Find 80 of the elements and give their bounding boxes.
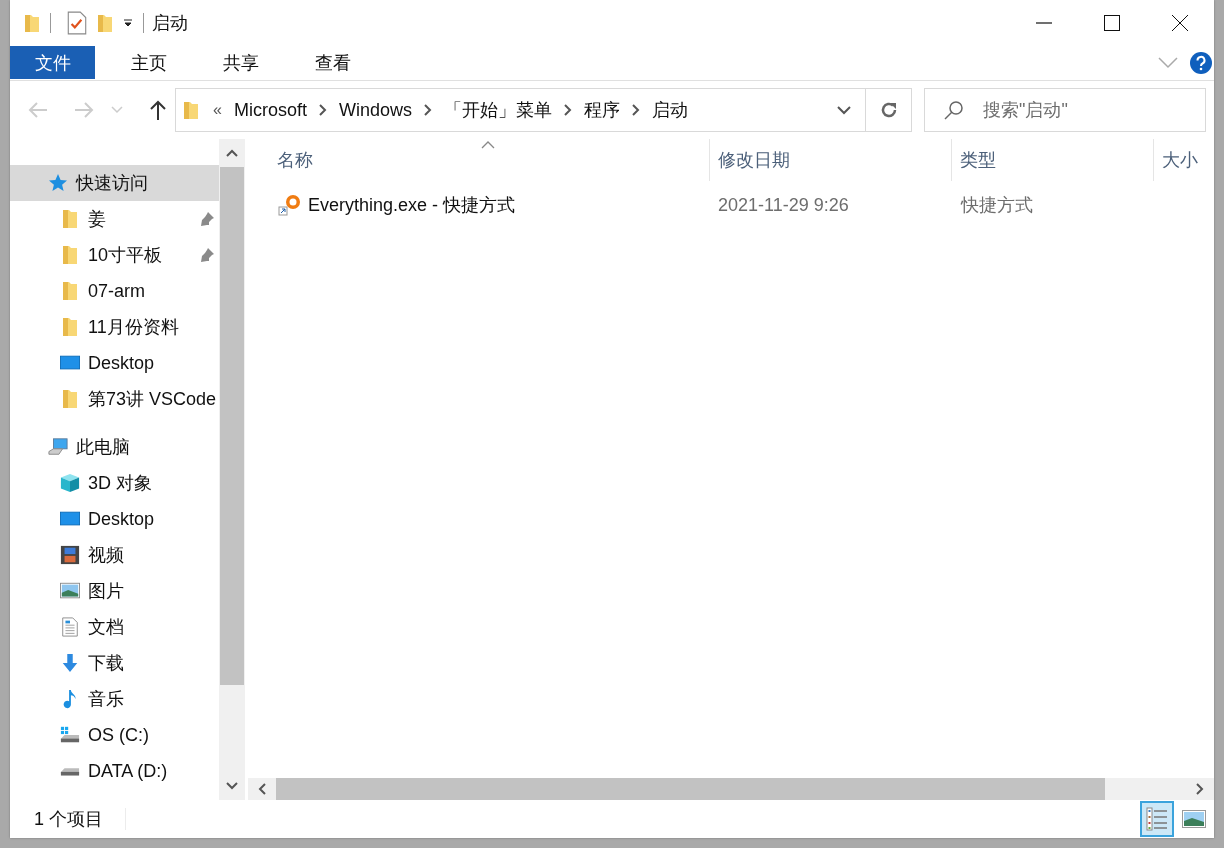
screen-icon — [60, 353, 80, 373]
maximize-icon — [1104, 14, 1120, 31]
address-bar[interactable]: « Microsoft Windows 「开始」菜单 程序 启动 — [175, 88, 912, 132]
breadcrumb-item[interactable]: Windows — [338, 99, 412, 121]
chevron-right-icon[interactable] — [318, 104, 327, 116]
details-view-button[interactable] — [1140, 801, 1174, 837]
folder-icon — [60, 245, 80, 265]
sidebar-item[interactable]: 音乐 — [10, 681, 219, 717]
item-count: 1 个项目 — [34, 808, 103, 831]
breadcrumb-item[interactable]: 「开始」菜单 — [443, 98, 552, 122]
sidebar-item[interactable]: 3D 对象 — [10, 465, 219, 501]
sidebar-item[interactable]: 此电脑 — [10, 429, 219, 465]
sidebar-item[interactable]: Desktop — [10, 345, 219, 381]
folder-icon — [60, 317, 80, 337]
sidebar-item[interactable]: 第73讲 VSCode — [10, 381, 219, 417]
minimize-icon — [1036, 21, 1052, 24]
file-name[interactable]: Everything.exe - 快捷方式 — [308, 193, 516, 217]
ribbon-tab[interactable]: 共享 — [203, 46, 279, 79]
scroll-right-icon[interactable] — [1196, 783, 1204, 795]
ribbon-tab[interactable]: 文件 — [10, 46, 95, 79]
window-title: 启动 — [152, 11, 188, 35]
sort-ascending-icon — [481, 141, 495, 149]
sidebar-item[interactable]: 07-arm — [10, 273, 219, 309]
breadcrumb-item[interactable]: 启动 — [651, 98, 688, 122]
document-icon — [60, 617, 80, 637]
dropdown-icon[interactable] — [837, 105, 851, 115]
pin-icon[interactable] — [199, 247, 215, 263]
cube-icon — [60, 473, 80, 493]
download-icon — [60, 653, 80, 673]
overflow-mark[interactable]: « — [213, 101, 222, 119]
ribbon-tab[interactable]: 主页 — [111, 46, 187, 79]
scroll-up-icon[interactable] — [226, 149, 238, 157]
chevron-right-icon[interactable] — [423, 104, 432, 116]
image-icon — [1182, 810, 1206, 828]
vertical-scrollbar[interactable] — [219, 139, 245, 800]
screen-icon — [60, 509, 80, 529]
computer-icon — [48, 437, 68, 457]
folder-icon — [24, 12, 40, 33]
table-cell-text: 2021-11-29 9:26 — [717, 193, 850, 217]
film-icon — [60, 545, 80, 565]
drive-icon — [60, 725, 80, 745]
dropdown-icon[interactable] — [123, 17, 133, 28]
sidebar-item[interactable]: DATA (D:) — [10, 753, 219, 789]
column-header[interactable]: 大小 — [1154, 139, 1214, 181]
folder-icon — [183, 100, 199, 120]
details-list-icon — [1146, 806, 1168, 832]
table-cell-text: 快捷方式 — [959, 194, 1034, 217]
star-icon — [48, 173, 68, 193]
sidebar-item[interactable]: 11月份资料 — [10, 309, 219, 345]
folder-icon — [60, 389, 80, 409]
chevron-right-icon[interactable] — [631, 104, 640, 116]
help-icon[interactable] — [1190, 51, 1212, 74]
sidebar-item[interactable]: OS (C:) — [10, 717, 219, 753]
folder-icon — [60, 209, 80, 229]
breadcrumb-item[interactable]: 程序 — [583, 98, 620, 122]
close-icon — [1172, 14, 1188, 31]
sidebar-item[interactable]: Desktop — [10, 501, 219, 537]
ribbon-tab[interactable]: 查看 — [295, 46, 371, 79]
checklist-icon[interactable] — [67, 10, 87, 35]
sidebar-item[interactable]: 图片 — [10, 573, 219, 609]
column-header[interactable]: 修改日期 — [709, 139, 953, 181]
sidebar-item[interactable]: 文档 — [10, 609, 219, 645]
sidebar-item[interactable]: 姜 — [10, 201, 219, 237]
sidebar-item[interactable]: 下载 — [10, 645, 219, 681]
chevron-right-icon[interactable] — [563, 104, 572, 116]
sidebar-item[interactable]: 10寸平板 — [10, 237, 219, 273]
image-icon — [60, 581, 80, 601]
scroll-down-icon[interactable] — [226, 782, 238, 790]
folder-icon — [60, 281, 80, 301]
pin-icon[interactable] — [199, 211, 215, 227]
sidebar-item[interactable]: 视频 — [10, 537, 219, 573]
sidebar-item[interactable]: 快速访问 — [10, 165, 219, 201]
search-field[interactable]: 搜索"启动" — [924, 88, 1206, 132]
scroll-left-icon[interactable] — [258, 783, 266, 795]
horizontal-scrollbar[interactable] — [248, 778, 1214, 800]
column-header[interactable]: 名称 — [248, 139, 710, 181]
app-shortcut-icon — [278, 193, 302, 217]
breadcrumb-item[interactable]: Microsoft — [233, 99, 307, 121]
search-icon — [944, 100, 964, 120]
column-header[interactable]: 类型 — [952, 139, 1155, 181]
